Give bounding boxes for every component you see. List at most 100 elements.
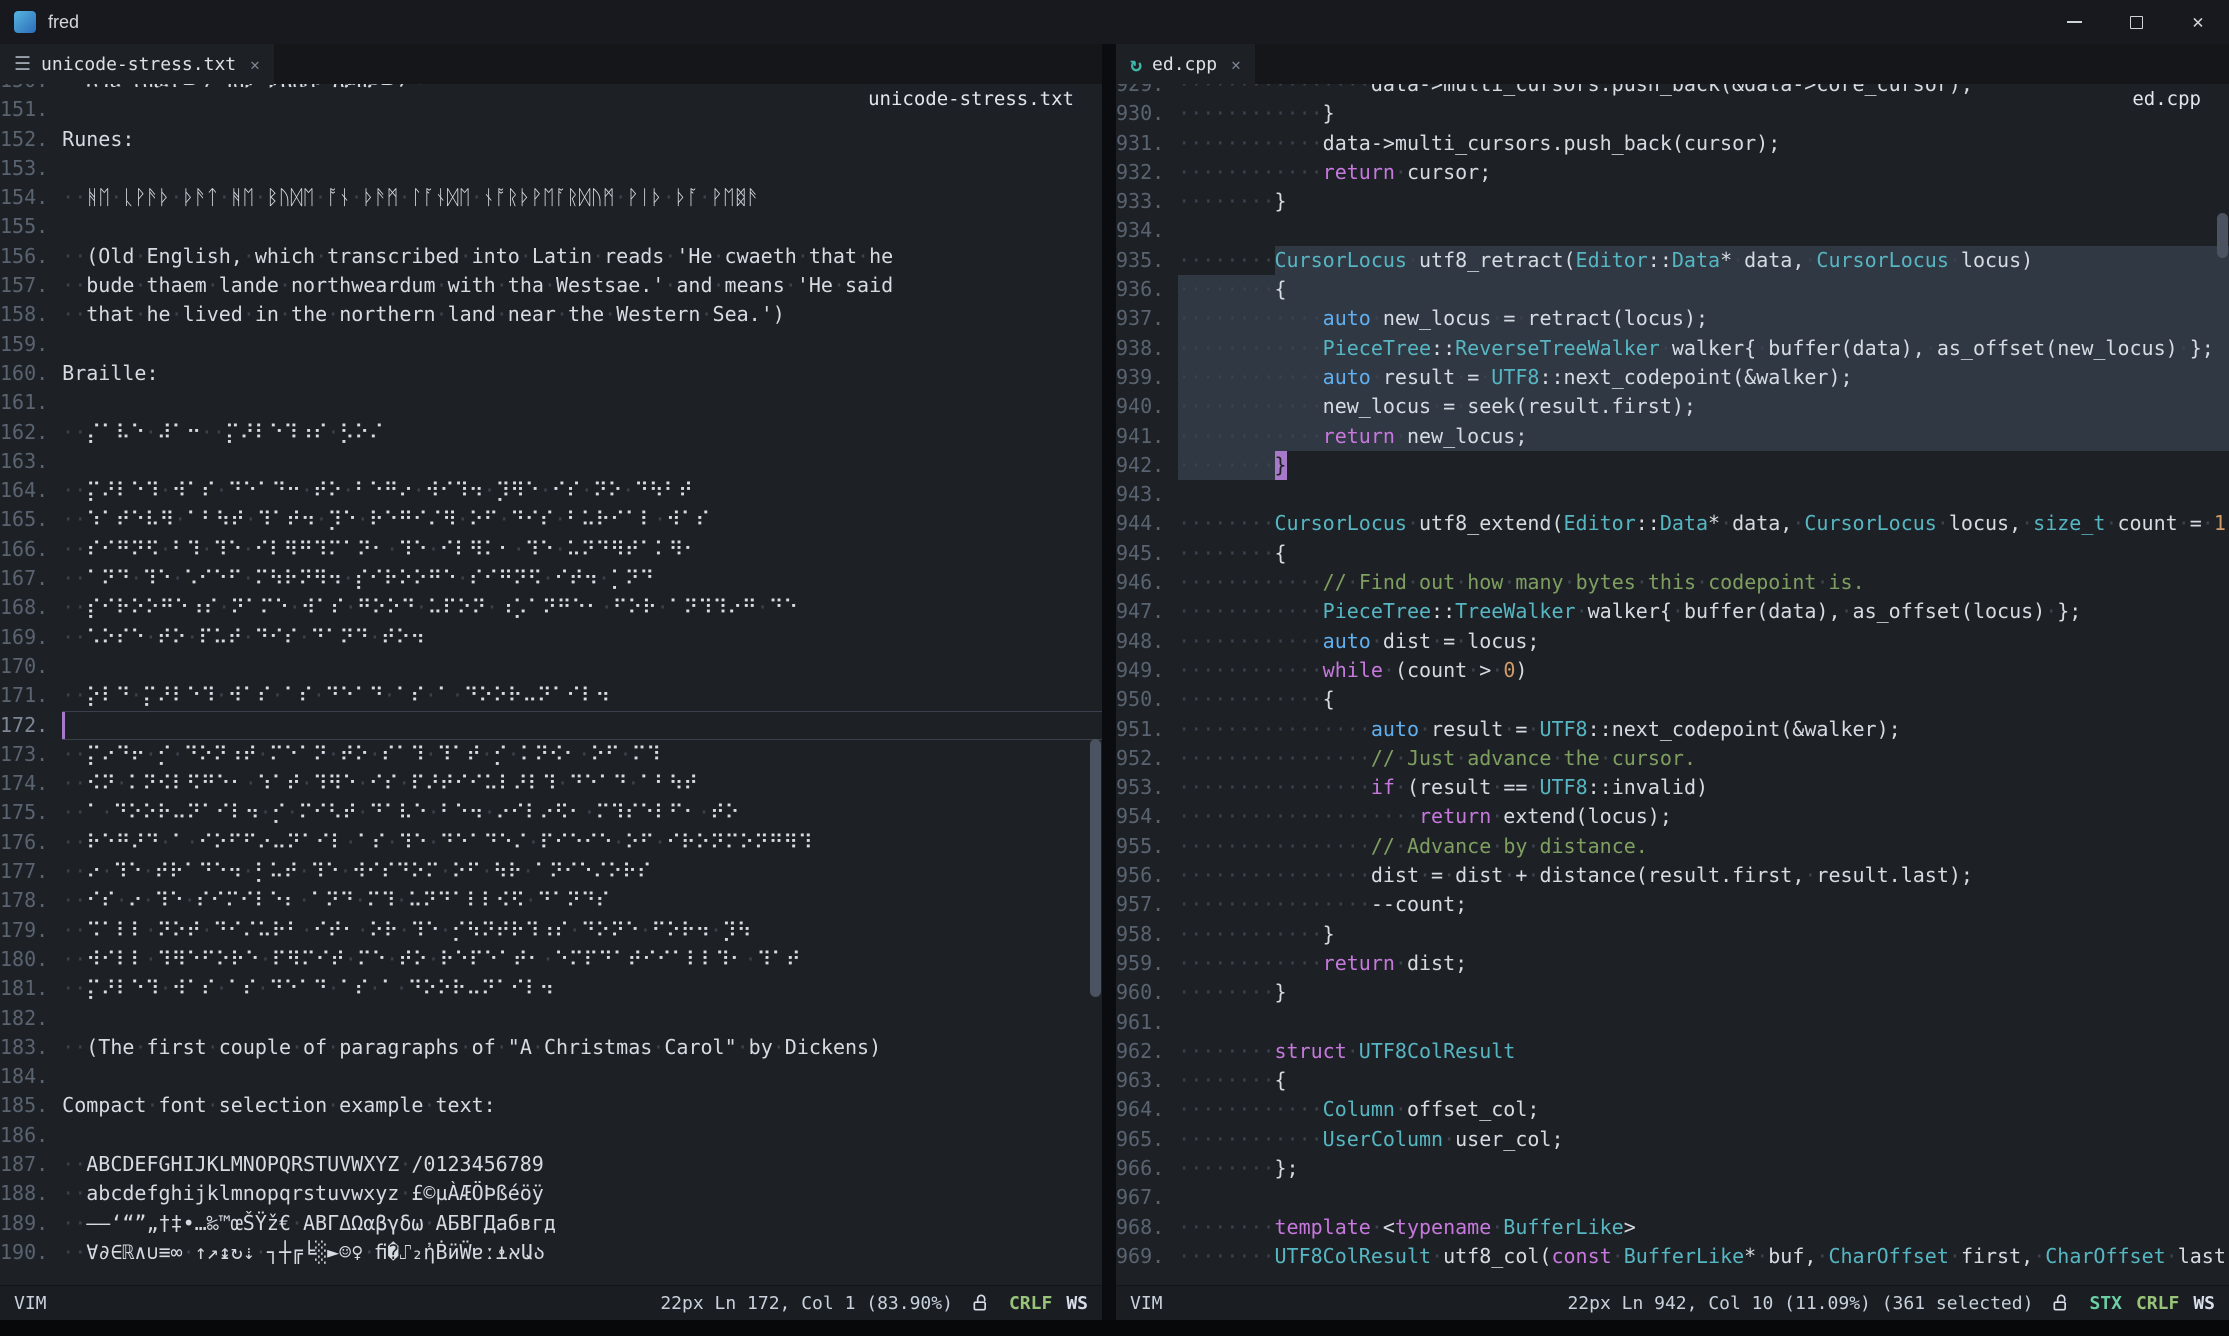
code-line[interactable]: 168.··⡎⠊⠗⠕⠕⠛⠑⠰⠎·⠝⠁⠍⠑·⠺⠁⠎·⠛⠕⠕⠙·⠥⠏⠕⠝·⠰⡡⠁⠝⠛… — [0, 593, 1102, 622]
code-line[interactable]: 966.········}; — [1116, 1154, 2229, 1183]
code-line[interactable]: 940.············new_locus·=·seek(result.… — [1116, 392, 2229, 421]
code-line[interactable]: 947.············PieceTree::TreeWalker·wa… — [1116, 597, 2229, 626]
code-line[interactable]: 929.················data->multi_cursors.… — [1116, 84, 2229, 99]
line-number: 168. — [0, 593, 62, 622]
code-line[interactable]: 175.··⠁·⠙⠕⠕⠗⠤⠝⠁⠊⠇⠲·⡊·⠍⠊⠣⠞·⠙⠁⠧⠑·⠃⠑⠲·⠔⠊⠇⠔⠫… — [0, 798, 1102, 827]
code-line[interactable]: 931.············data->multi_cursors.push… — [1116, 129, 2229, 158]
code-line[interactable]: 960.········} — [1116, 978, 2229, 1007]
code-line[interactable]: 962.········struct·UTF8ColResult — [1116, 1037, 2229, 1066]
code-line[interactable]: 186. — [0, 1121, 1102, 1150]
code-line[interactable]: 187.··ABCDEFGHIJKLMNOPQRSTUVWXYZ·/012345… — [0, 1150, 1102, 1179]
code-line[interactable]: 155. — [0, 212, 1102, 241]
code-line[interactable]: 188.··abcdefghijklmnopqrstuvwxyz·£©µÀÆÖÞ… — [0, 1179, 1102, 1208]
code-line[interactable]: 937.············auto·new_locus·=·retract… — [1116, 304, 2229, 333]
code-line[interactable]: 177.··⠔·⠹⠑·⠞⠗⠁⠙⠑⠲·⡃⠥⠞·⠹⠑·⠺⠊⠎⠙⠕⠍·⠕⠋·⠳⠗·⠁⠝… — [0, 857, 1102, 886]
code-line[interactable]: 163. — [0, 447, 1102, 476]
text-editor-right[interactable]: 929.················data->multi_cursors.… — [1116, 84, 2229, 1285]
code-line[interactable]: 154.··ᚻᛖ·ᚳᚹᚫᚦ·ᚦᚫᛏ·ᚻᛖ·ᛒᚢᛞᛖ·ᚩᚾ·ᚦᚫᛗ·ᛚᚪᚾᛞᛖ·ᚾ… — [0, 183, 1102, 212]
line-number: 157. — [0, 271, 62, 300]
code-line[interactable]: 189.··–—‘“”„†‡•…‰™œŠŸž€·ΑΒΓΔΩαβγδω·АБВГД… — [0, 1209, 1102, 1238]
code-line[interactable]: 182. — [0, 1004, 1102, 1033]
code-line[interactable]: 944.········CursorLocus·utf8_extend(Edit… — [1116, 509, 2229, 538]
code-line[interactable]: 171.··⡕⠇⠙·⡍⠜⠇⠑⠹·⠺⠁⠎·⠁⠎·⠙⠑⠁⠙·⠁⠎·⠁·⠙⠕⠕⠗⠤⠝⠁… — [0, 681, 1102, 710]
code-line[interactable]: 178.··⠊⠎·⠔·⠹⠑·⠎⠊⠍⠊⠇⠑⠆·⠁⠝⠙·⠍⠹·⠥⠝⠙⠁⠇⠇⠪⠫·⠙⠁… — [0, 886, 1102, 915]
code-line[interactable]: 190.··∀∂∈ℝ∧∪≡∞·↑↗↨↻⇣·┐┼╔╘░►☺♀·ﬁ�⑀₂ἠḂӥẄɐː… — [0, 1238, 1102, 1267]
code-line[interactable]: 956.················dist·=·dist·+·distan… — [1116, 861, 2229, 890]
code-line[interactable]: 952.················//·Just·advance·the·… — [1116, 744, 2229, 773]
code-line[interactable]: 153. — [0, 154, 1102, 183]
code-line[interactable]: 165.··⠱⠁⠞⠑⠧⠻·⠁⠃⠳⠞·⠹⠁⠞⠲·⡹⠑·⠗⠑⠛⠊⠌⠻·⠕⠋·⠙⠊⠎·… — [0, 505, 1102, 534]
code-line[interactable]: 967. — [1116, 1183, 2229, 1212]
code-line[interactable]: 183.··(The·first·couple·of·paragraphs·of… — [0, 1033, 1102, 1062]
code-line[interactable]: 184. — [0, 1062, 1102, 1091]
tab-unicode-stress-txt[interactable]: ☰ unicode-stress.txt ✕ — [0, 44, 274, 84]
code-line[interactable]: 959.············return·dist; — [1116, 949, 2229, 978]
scrollbar-thumb[interactable] — [1090, 739, 1101, 997]
code-text: ············} — [1178, 920, 2229, 949]
code-line[interactable]: 939.············auto·result·=·UTF8::next… — [1116, 363, 2229, 392]
code-line[interactable]: 946.············//·Find·out·how·many·byt… — [1116, 568, 2229, 597]
code-line[interactable]: 950.············{ — [1116, 685, 2229, 714]
code-line[interactable]: 180.··⠺⠊⠇⠇·⠹⠻⠑⠋⠕⠗⠑·⠏⠻⠍⠊⠞·⠍⠑·⠞⠕·⠗⠑⠏⠑⠁⠞⠂·⠑… — [0, 945, 1102, 974]
code-line[interactable]: 951.················auto·result·=·UTF8::… — [1116, 715, 2229, 744]
code-line[interactable]: 933.········} — [1116, 187, 2229, 216]
line-number: 961. — [1116, 1008, 1178, 1037]
code-line[interactable]: 955.················//·Advance·by·distan… — [1116, 832, 2229, 861]
code-line[interactable]: 160.Braille: — [0, 359, 1102, 388]
code-line[interactable]: 948.············auto·dist·=·locus; — [1116, 627, 2229, 656]
code-line[interactable]: 935.········CursorLocus·utf8_retract(Edi… — [1116, 246, 2229, 275]
code-line[interactable]: 173.··⡍⠔⠙⠖·⡊·⠙⠕⠝⠰⠞·⠍⠑⠁⠝·⠞⠕·⠎⠁⠹·⠹⠁⠞·⡊·⠅⠝⠪… — [0, 740, 1102, 769]
code-line[interactable]: 174.··⠪⠝·⠅⠝⠪⠇⠫⠛⠑⠂·⠱⠁⠞·⠹⠻⠑·⠊⠎·⠏⠜⠞⠊⠊⠥⠇⠜⠇⠹·… — [0, 769, 1102, 798]
right-scrollbar[interactable] — [2217, 84, 2228, 1285]
code-line[interactable]: 949.············while·(count·>·0) — [1116, 656, 2229, 685]
code-line[interactable]: 969.········UTF8ColResult·utf8_col(const… — [1116, 1242, 2229, 1271]
code-line[interactable]: 945.········{ — [1116, 539, 2229, 568]
code-line[interactable]: 172. — [0, 711, 1102, 740]
code-line[interactable]: 964.············Column·offset_col; — [1116, 1095, 2229, 1124]
code-line[interactable]: 938.············PieceTree::ReverseTreeWa… — [1116, 334, 2229, 363]
scrollbar-thumb[interactable] — [2217, 213, 2228, 259]
maximize-button[interactable] — [2105, 0, 2167, 44]
code-line[interactable]: 942.········} — [1116, 451, 2229, 480]
code-line[interactable]: 170. — [0, 652, 1102, 681]
tab-close-icon[interactable]: ✕ — [1227, 55, 1241, 74]
code-line[interactable]: 957.················--count; — [1116, 890, 2229, 919]
code-line[interactable]: 932.············return·cursor; — [1116, 158, 2229, 187]
close-button[interactable]: ✕ — [2167, 0, 2229, 44]
code-line[interactable]: 965.············UserColumn·user_col; — [1116, 1125, 2229, 1154]
code-line[interactable]: 963.········{ — [1116, 1066, 2229, 1095]
code-line[interactable]: 968.········template·<typename·BufferLik… — [1116, 1213, 2229, 1242]
code-line[interactable]: 961. — [1116, 1008, 2229, 1037]
code-line[interactable]: 176.··⠗⠑⠛⠜⠙·⠁·⠊⠕⠋⠋⠔⠤⠝⠁⠊⠇·⠁⠎·⠹⠑·⠙⠑⠁⠙⠑⠌·⠏⠊… — [0, 828, 1102, 857]
code-line[interactable]: 941.············return·new_locus; — [1116, 422, 2229, 451]
text-editor-left[interactable]: 150.··እግር·የከፈተውን·ገበያ·ያለቤቱ·አይዘጋውም።151.152… — [0, 84, 1102, 1285]
code-line[interactable]: 185.Compact·font·selection·example·text: — [0, 1091, 1102, 1120]
code-text — [1178, 216, 2229, 245]
code-line[interactable]: 953.················if·(result·==·UTF8::… — [1116, 773, 2229, 802]
code-line[interactable]: 934. — [1116, 216, 2229, 245]
code-line[interactable]: 943. — [1116, 480, 2229, 509]
code-line[interactable]: 169.··⠡⠕⠎⠑·⠞⠕·⠏⠥⠞·⠙⠊⠎·⠙⠁⠝⠙·⠞⠕⠲ — [0, 623, 1102, 652]
code-line[interactable]: 162.··⡌⠁⠧⠑·⠼⠁⠒··⡍⠜⠇⠑⠹⠰⠎·⡣⠕⠌ — [0, 418, 1102, 447]
code-line[interactable]: 164.··⡍⠜⠇⠑⠹·⠺⠁⠎·⠙⠑⠁⠙⠒·⠞⠕·⠃⠑⠛⠔·⠺⠊⠹⠲·⡹⠻⠑·⠊… — [0, 476, 1102, 505]
code-line[interactable]: 181.··⡍⠜⠇⠑⠹·⠺⠁⠎·⠁⠎·⠙⠑⠁⠙·⠁⠎·⠁·⠙⠕⠕⠗⠤⠝⠁⠊⠇⠲ — [0, 974, 1102, 1003]
code-line[interactable]: 161. — [0, 388, 1102, 417]
code-line[interactable]: 152.Runes: — [0, 125, 1102, 154]
code-line[interactable]: 156.··(Old·English,·which·transcribed·in… — [0, 242, 1102, 271]
line-number: 179. — [0, 916, 62, 945]
code-line[interactable]: 958.············} — [1116, 920, 2229, 949]
tab-close-icon[interactable]: ✕ — [246, 55, 260, 74]
code-line[interactable]: 158.··that·he·lived·in·the·northern·land… — [0, 300, 1102, 329]
code-line[interactable]: 936.········{ — [1116, 275, 2229, 304]
code-line[interactable]: 954.····················return·extend(lo… — [1116, 802, 2229, 831]
line-number: 153. — [0, 154, 62, 183]
tab-ed-cpp[interactable]: ↻ ed.cpp ✕ — [1116, 44, 1255, 84]
minimize-button[interactable] — [2043, 0, 2105, 44]
code-line[interactable]: 930.············} — [1116, 99, 2229, 128]
code-line[interactable]: 157.··bude·thaem·lande·northweardum·with… — [0, 271, 1102, 300]
pane-splitter[interactable] — [1102, 44, 1116, 1320]
code-line[interactable]: 159. — [0, 330, 1102, 359]
code-line[interactable]: 179.··⠩⠁⠇⠇·⠝⠕⠞·⠙⠊⠌⠥⠗⠃·⠊⠞⠂·⠕⠗·⠹⠑·⡊⠳⠝⠞⠗⠹⠰⠎… — [0, 916, 1102, 945]
code-line[interactable]: 166.··⠎⠊⠛⠝⠫·⠃⠹·⠹⠑·⠊⠇⠻⠛⠹⠍⠁⠝⠂·⠹⠑·⠊⠇⠻⠅⠂·⠹⠑·… — [0, 535, 1102, 564]
code-line[interactable]: 167.··⠁⠝⠙·⠹⠑·⠡⠊⠑⠋·⠍⠳⠗⠝⠻⠲·⡎⠊⠗⠕⠕⠛⠑·⠎⠊⠛⠝⠫·⠊… — [0, 564, 1102, 593]
